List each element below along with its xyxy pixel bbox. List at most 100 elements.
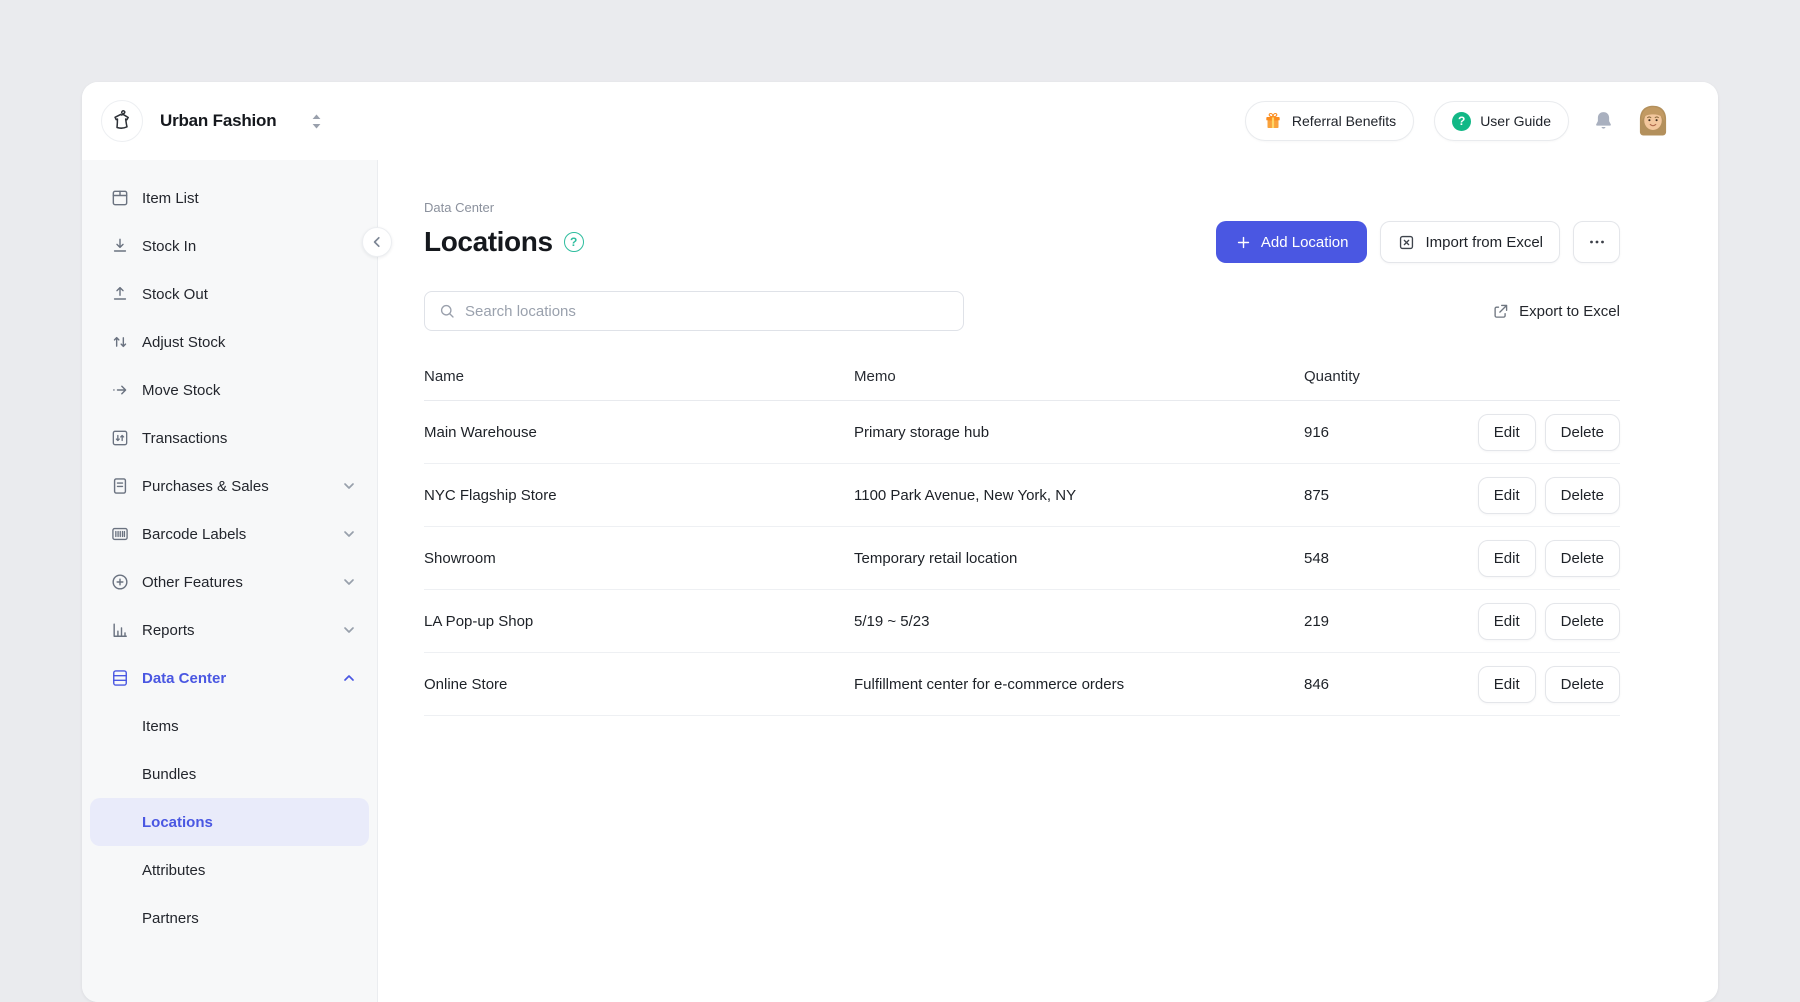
sidebar-item-other-features[interactable]: Other Features [82, 558, 377, 606]
app-body: Item List Stock In Stock Out Adjust Stoc… [82, 160, 1718, 1002]
edit-button[interactable]: Edit [1478, 603, 1536, 640]
sidebar: Item List Stock In Stock Out Adjust Stoc… [82, 160, 378, 1002]
sidebar-subitem-items[interactable]: Items [90, 702, 369, 750]
breadcrumb: Data Center [424, 200, 1620, 215]
sidebar-collapse-button[interactable] [362, 227, 392, 257]
column-header-quantity: Quantity [1304, 368, 1458, 385]
sidebar-item-data-center[interactable]: Data Center [82, 654, 377, 702]
workspace-name[interactable]: Urban Fashion [160, 111, 276, 131]
export-to-excel-button[interactable]: Export to Excel [1491, 302, 1620, 321]
sidebar-item-reports[interactable]: Reports [82, 606, 377, 654]
sidebar-item-barcode-labels[interactable]: Barcode Labels [82, 510, 377, 558]
row-actions: Edit Delete [1458, 540, 1620, 577]
locations-table: Name Memo Quantity Main Warehouse Primar… [424, 353, 1620, 716]
user-avatar[interactable] [1634, 102, 1672, 140]
export-icon [1491, 302, 1510, 321]
row-actions: Edit Delete [1458, 477, 1620, 514]
import-from-excel-button[interactable]: Import from Excel [1380, 221, 1560, 263]
table-toolbar: Export to Excel [424, 291, 1620, 331]
bar-chart-icon [110, 620, 130, 640]
sidebar-item-stock-out[interactable]: Stock Out [82, 270, 377, 318]
chevron-left-icon [370, 235, 384, 249]
edit-button[interactable]: Edit [1478, 666, 1536, 703]
sidebar-subitem-locations[interactable]: Locations [90, 798, 369, 846]
memoji-avatar [1634, 102, 1672, 140]
delete-button[interactable]: Delete [1545, 477, 1620, 514]
search-box[interactable] [424, 291, 964, 331]
referral-benefits-label: Referral Benefits [1292, 113, 1396, 129]
sidebar-item-label: Reports [142, 622, 195, 639]
delete-button[interactable]: Delete [1545, 666, 1620, 703]
page-title: Locations [424, 226, 553, 258]
cell-memo: Fulfillment center for e-commerce orders [854, 676, 1304, 693]
sidebar-subitem-label: Items [142, 718, 179, 735]
sidebar-subitem-label: Partners [142, 910, 199, 927]
add-location-button[interactable]: Add Location [1216, 221, 1368, 263]
table-row: Online Store Fulfillment center for e-co… [424, 653, 1620, 716]
plus-circle-icon [110, 572, 130, 592]
cell-name: Main Warehouse [424, 424, 854, 441]
sidebar-item-move-stock[interactable]: Move Stock [82, 366, 377, 414]
sidebar-subitem-partners[interactable]: Partners [90, 894, 369, 942]
sidebar-subitem-label: Attributes [142, 862, 205, 879]
delete-button[interactable]: Delete [1545, 540, 1620, 577]
user-guide-button[interactable]: ? User Guide [1434, 101, 1569, 141]
box-icon [110, 188, 130, 208]
edit-button[interactable]: Edit [1478, 540, 1536, 577]
stock-out-icon [110, 284, 130, 304]
cell-quantity: 875 [1304, 487, 1458, 504]
sidebar-item-label: Purchases & Sales [142, 478, 269, 495]
page-actions: Add Location Import from Excel [1216, 221, 1620, 263]
adjust-stock-icon [110, 332, 130, 352]
chevron-up-icon [341, 670, 357, 686]
cell-memo: 1100 Park Avenue, New York, NY [854, 487, 1304, 504]
delete-button[interactable]: Delete [1545, 603, 1620, 640]
topbar: Urban Fashion Referral Benefits ? User G… [82, 82, 1718, 160]
chevron-down-icon [341, 622, 357, 638]
import-from-excel-label: Import from Excel [1425, 234, 1543, 251]
workspace-logo [101, 100, 143, 142]
cell-quantity: 846 [1304, 676, 1458, 693]
plus-icon [1235, 234, 1252, 251]
notifications-button[interactable] [1591, 109, 1616, 134]
sidebar-subitem-attributes[interactable]: Attributes [90, 846, 369, 894]
cell-name: Online Store [424, 676, 854, 693]
sidebar-subitem-bundles[interactable]: Bundles [90, 750, 369, 798]
workspace-switcher[interactable] [310, 113, 323, 130]
sidebar-item-item-list[interactable]: Item List [82, 174, 377, 222]
database-icon [110, 668, 130, 688]
chevron-down-icon [341, 526, 357, 542]
column-header-name: Name [424, 368, 854, 385]
sidebar-item-label: Data Center [142, 670, 226, 687]
search-input[interactable] [465, 303, 950, 320]
table-row: Main Warehouse Primary storage hub 916 E… [424, 401, 1620, 464]
shirt-hanger-icon [109, 108, 135, 134]
delete-button[interactable]: Delete [1545, 414, 1620, 451]
table-header-row: Name Memo Quantity [424, 353, 1620, 401]
export-to-excel-label: Export to Excel [1519, 303, 1620, 320]
sidebar-item-label: Move Stock [142, 382, 220, 399]
gift-icon [1263, 111, 1283, 131]
referral-benefits-button[interactable]: Referral Benefits [1245, 101, 1414, 141]
cell-memo: 5/19 ~ 5/23 [854, 613, 1304, 630]
app-window: Urban Fashion Referral Benefits ? User G… [82, 82, 1718, 1002]
sidebar-item-stock-in[interactable]: Stock In [82, 222, 377, 270]
help-icon[interactable]: ? [564, 232, 584, 252]
cell-name: Showroom [424, 550, 854, 567]
cell-name: LA Pop-up Shop [424, 613, 854, 630]
sidebar-item-adjust-stock[interactable]: Adjust Stock [82, 318, 377, 366]
sidebar-item-purchases-sales[interactable]: Purchases & Sales [82, 462, 377, 510]
sidebar-item-label: Transactions [142, 430, 227, 447]
edit-button[interactable]: Edit [1478, 414, 1536, 451]
user-guide-label: User Guide [1480, 113, 1551, 129]
edit-button[interactable]: Edit [1478, 477, 1536, 514]
row-actions: Edit Delete [1458, 414, 1620, 451]
barcode-icon [110, 524, 130, 544]
cell-memo: Temporary retail location [854, 550, 1304, 567]
sidebar-item-transactions[interactable]: Transactions [82, 414, 377, 462]
more-actions-button[interactable] [1573, 221, 1620, 263]
search-icon [438, 302, 456, 320]
move-stock-icon [110, 380, 130, 400]
bell-icon [1591, 109, 1616, 134]
question-circle-icon: ? [1452, 112, 1471, 131]
